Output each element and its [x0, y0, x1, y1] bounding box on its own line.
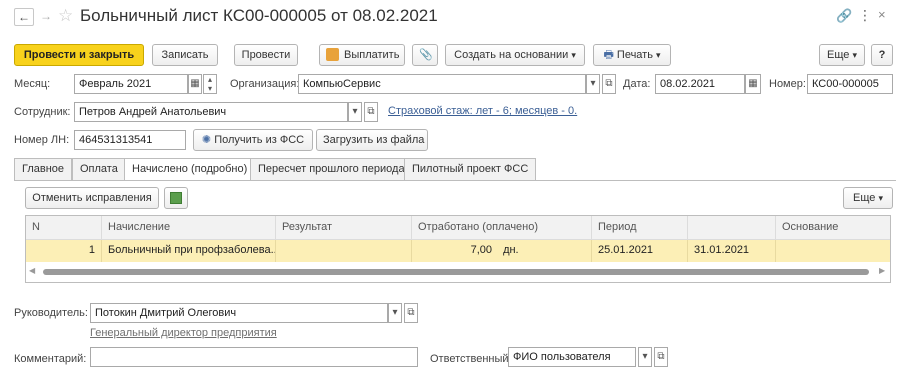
tab-divider: [14, 180, 896, 181]
stepper-icon[interactable]: ▴ ▾: [203, 74, 217, 94]
post-button[interactable]: Провести: [234, 44, 298, 66]
scroll-right-icon[interactable]: ▶: [879, 266, 885, 275]
column-header-period-end[interactable]: [688, 216, 776, 240]
fss-icon: ✺: [201, 134, 212, 146]
create-based-label: Создать на основании: [454, 49, 569, 61]
table-more-button[interactable]: Еще ▾: [843, 187, 893, 209]
table-add-button[interactable]: [164, 187, 188, 209]
number-field[interactable]: КС00-000005: [807, 74, 893, 94]
organization-label: Организация:: [230, 78, 300, 90]
number-label: Номер:: [769, 78, 806, 90]
chevron-down-icon[interactable]: ▾: [348, 102, 362, 122]
tab-payment[interactable]: Оплата: [72, 158, 126, 180]
open-icon[interactable]: ⧉: [364, 102, 378, 122]
get-from-fss-button[interactable]: ✺ Получить из ФСС: [193, 129, 313, 151]
responsible-label: Ответственный:: [430, 353, 512, 365]
get-from-fss-label: Получить из ФСС: [214, 134, 305, 146]
more-label: Еще: [827, 49, 850, 61]
close-icon[interactable]: ×: [878, 7, 886, 22]
calendar-icon[interactable]: ▦: [188, 74, 202, 94]
employee-field[interactable]: Петров Андрей Анатольевич: [74, 102, 348, 122]
manager-label: Руководитель:: [14, 307, 88, 319]
link-icon[interactable]: 🔗: [836, 8, 852, 24]
cell-worked-value: 7,00: [470, 244, 492, 256]
pay-label: Выплатить: [344, 49, 400, 61]
cell-basis: [776, 240, 890, 262]
spreadsheet-icon: [170, 192, 182, 204]
chevron-down-icon: ▾: [656, 50, 661, 60]
tab-fss-pilot[interactable]: Пилотный проект ФСС: [404, 158, 537, 180]
print-label: Печать: [616, 49, 653, 61]
date-field[interactable]: 08.02.2021: [655, 74, 745, 94]
calendar-icon[interactable]: ▦: [745, 74, 761, 94]
write-button[interactable]: Записать: [152, 44, 218, 66]
cell-period-from: 25.01.2021: [592, 240, 688, 262]
horizontal-scrollbar[interactable]: ◀ ▶: [27, 266, 889, 278]
cell-accrual: Больничный при профзаболева...: [102, 240, 276, 262]
column-header-basis[interactable]: Основание: [776, 216, 890, 240]
scroll-thumb[interactable]: [43, 269, 869, 275]
table-more-label: Еще: [853, 192, 876, 204]
paperclip-icon: 📎: [419, 49, 433, 61]
column-header-result[interactable]: Результат: [276, 216, 412, 240]
tab-recalc-previous[interactable]: Пересчет прошлого периода: [250, 158, 413, 180]
chevron-down-icon: ▾: [852, 50, 857, 60]
more-button[interactable]: Еще ▾: [819, 44, 865, 66]
cell-worked-unit: дн.: [503, 244, 519, 256]
month-field[interactable]: Февраль 2021: [74, 74, 188, 94]
cell-worked: 7,00 дн.: [412, 240, 592, 262]
manager-position-link[interactable]: Генеральный директор предприятия: [90, 327, 277, 339]
column-header-period[interactable]: Период: [592, 216, 688, 240]
chevron-down-icon[interactable]: ▾: [586, 74, 600, 94]
chevron-down-icon: ▾: [571, 50, 576, 60]
accruals-table: N Начисление Результат Отработано (оплач…: [25, 215, 891, 283]
column-header-accrual[interactable]: Начисление: [102, 216, 276, 240]
open-icon[interactable]: ⧉: [404, 303, 418, 323]
open-icon[interactable]: ⧉: [654, 347, 668, 367]
post-and-close-button[interactable]: Провести и закрыть: [14, 44, 144, 66]
comment-field[interactable]: [90, 347, 418, 367]
printer-icon: 🖶: [603, 49, 614, 61]
month-label: Месяц:: [14, 78, 51, 90]
load-from-file-button[interactable]: Загрузить из файла: [316, 129, 428, 151]
column-header-n[interactable]: N: [26, 216, 102, 240]
chevron-down-icon[interactable]: ▾: [638, 347, 652, 367]
cell-result: [276, 240, 412, 262]
organization-field[interactable]: КомпьюСервис: [298, 74, 586, 94]
responsible-field[interactable]: ФИО пользователя: [508, 347, 636, 367]
column-header-worked[interactable]: Отработано (оплачено): [412, 216, 592, 240]
scroll-left-icon[interactable]: ◀: [29, 266, 35, 275]
create-based-button[interactable]: Создать на основании ▾: [445, 44, 585, 66]
attach-button[interactable]: 📎: [412, 44, 438, 66]
manager-field[interactable]: Потокин Дмитрий Олегович: [90, 303, 388, 323]
ln-number-label: Номер ЛН:: [14, 134, 70, 146]
back-arrow-icon[interactable]: ←: [14, 8, 34, 26]
pay-button[interactable]: Выплатить: [319, 44, 405, 66]
date-label: Дата:: [623, 78, 651, 90]
open-icon[interactable]: ⧉: [602, 74, 616, 94]
comment-label: Комментарий:: [14, 353, 87, 365]
print-button[interactable]: 🖶 Печать ▾: [593, 44, 671, 66]
cancel-corrections-button[interactable]: Отменить исправления: [25, 187, 159, 209]
cell-n: 1: [26, 240, 102, 262]
pay-icon: [326, 48, 339, 61]
cell-period-to: 31.01.2021: [688, 240, 776, 262]
chevron-down-icon: ▾: [878, 193, 883, 203]
window-title: Больничный лист КС00-000005 от 08.02.202…: [80, 6, 438, 25]
chevron-down-icon[interactable]: ▾: [388, 303, 402, 323]
tab-accrued-detailed[interactable]: Начислено (подробно): [124, 158, 256, 181]
ln-number-field[interactable]: 464531313541: [74, 130, 186, 150]
help-button[interactable]: ?: [871, 44, 893, 66]
title-bar: ← → ☆ Больничный лист КС00-000005 от 08.…: [0, 0, 897, 34]
more-vertical-icon[interactable]: ⋮: [858, 7, 872, 24]
insurance-experience-link[interactable]: Страховой стаж: лет - 6; месяцев - 0.: [388, 105, 577, 117]
star-icon[interactable]: ☆: [58, 6, 73, 26]
tab-main[interactable]: Главное: [14, 158, 73, 180]
forward-arrow-icon[interactable]: →: [36, 8, 56, 26]
employee-label: Сотрудник:: [14, 106, 71, 118]
